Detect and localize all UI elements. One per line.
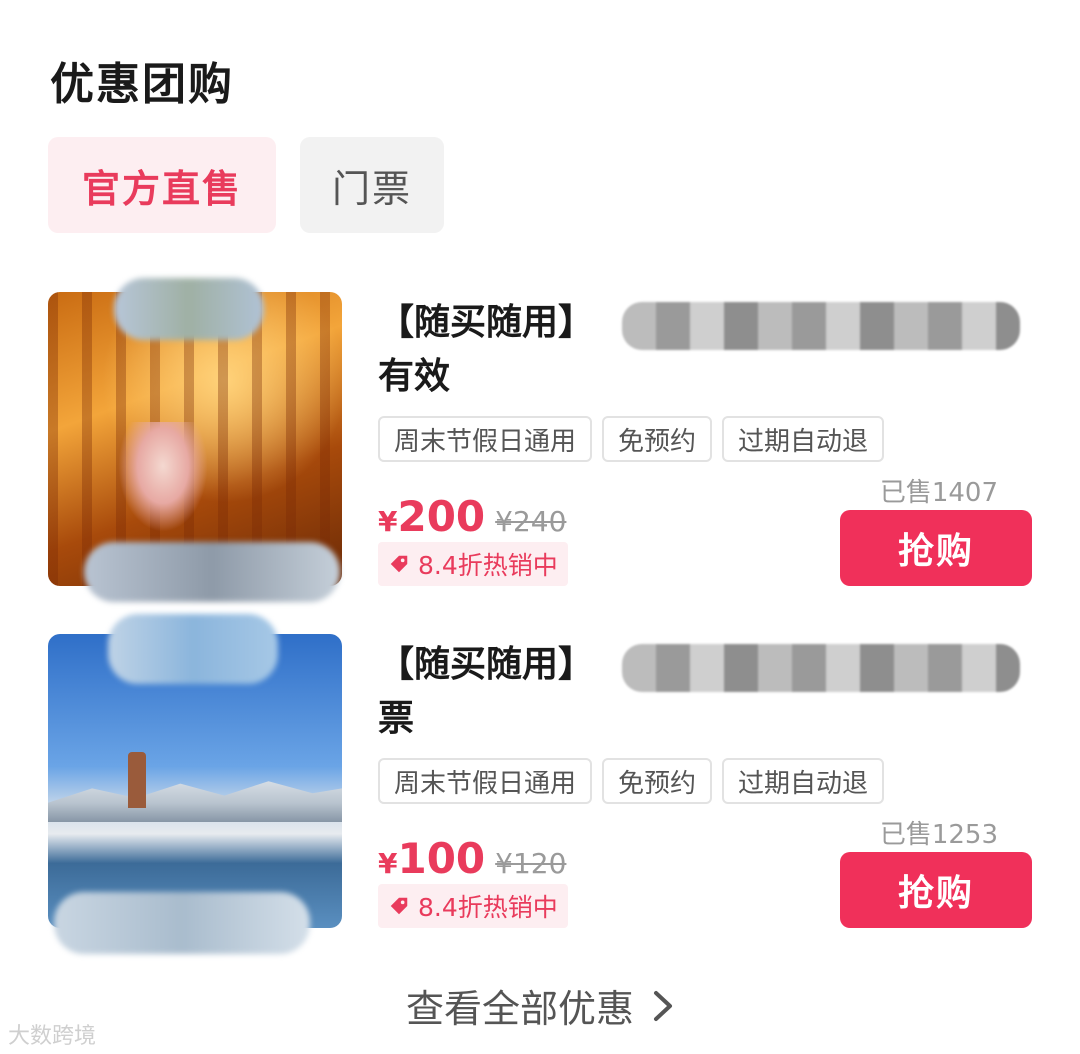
price-tag-icon	[390, 897, 408, 915]
price-currency: ¥	[378, 847, 398, 880]
view-all-deals-link[interactable]: 查看全部优惠	[0, 978, 1080, 1033]
price-row: ¥ 200 ¥240	[378, 492, 566, 541]
current-price: 200	[397, 492, 486, 541]
blurred-overlay	[84, 542, 340, 602]
discount-text: 8.4折热销中	[418, 893, 558, 922]
deal-title-prefix: 【随买随用】	[378, 302, 595, 343]
current-price: 100	[397, 834, 486, 883]
discount-badge: 8.4折热销中	[378, 542, 568, 586]
blurred-overlay	[54, 892, 310, 954]
price-tag-icon	[390, 555, 408, 573]
watermark: 大数跨境	[8, 1018, 96, 1050]
chevron-right-icon	[654, 990, 672, 1021]
tag-no-reservation: 免预约	[602, 416, 713, 462]
deal-title-line2: 有效	[378, 356, 451, 397]
blurred-overlay	[108, 614, 278, 684]
price-currency: ¥	[378, 505, 398, 538]
view-all-label: 查看全部优惠	[405, 987, 634, 1031]
buy-button[interactable]: 抢购	[840, 510, 1032, 586]
tag-holiday: 周末节假日通用	[378, 416, 593, 462]
tab-official-direct[interactable]: 官方直售	[48, 137, 276, 233]
sold-count: 已售1253	[879, 820, 998, 850]
deal-tags: 周末节假日通用 免预约 过期自动退	[378, 416, 885, 462]
tag-holiday: 周末节假日通用	[378, 758, 593, 804]
discount-badge: 8.4折热销中	[378, 884, 568, 928]
tag-no-reservation: 免预约	[602, 758, 713, 804]
tag-auto-refund: 过期自动退	[722, 416, 885, 462]
deal-title-prefix: 【随买随用】	[378, 644, 595, 685]
blurred-title-text	[622, 644, 1020, 692]
sold-count: 已售1407	[879, 478, 998, 508]
original-price: ¥240	[495, 505, 567, 538]
discount-text: 8.4折热销中	[418, 551, 558, 580]
blurred-overlay	[114, 278, 264, 340]
deal-tags: 周末节假日通用 免预约 过期自动退	[378, 758, 885, 804]
deal-title-line2: 票	[378, 698, 415, 739]
section-title: 优惠团购	[50, 59, 234, 110]
deal-card[interactable]: 【随买随用】 有效 周末节假日通用 免预约 过期自动退 已售1407 ¥ 200…	[48, 278, 1038, 602]
watermark-text: 大数跨境	[8, 1024, 97, 1049]
deal-card[interactable]: 【随买随用】 票 周末节假日通用 免预约 过期自动退 已售1253 ¥ 100 …	[48, 614, 1038, 954]
deal-tabs: 官方直售 门票	[48, 137, 444, 233]
price-row: ¥ 100 ¥120	[378, 834, 566, 883]
buy-button[interactable]: 抢购	[840, 852, 1032, 928]
tag-auto-refund: 过期自动退	[722, 758, 885, 804]
blurred-title-text	[622, 302, 1020, 350]
original-price: ¥120	[495, 847, 567, 880]
tab-tickets[interactable]: 门票	[300, 137, 444, 233]
